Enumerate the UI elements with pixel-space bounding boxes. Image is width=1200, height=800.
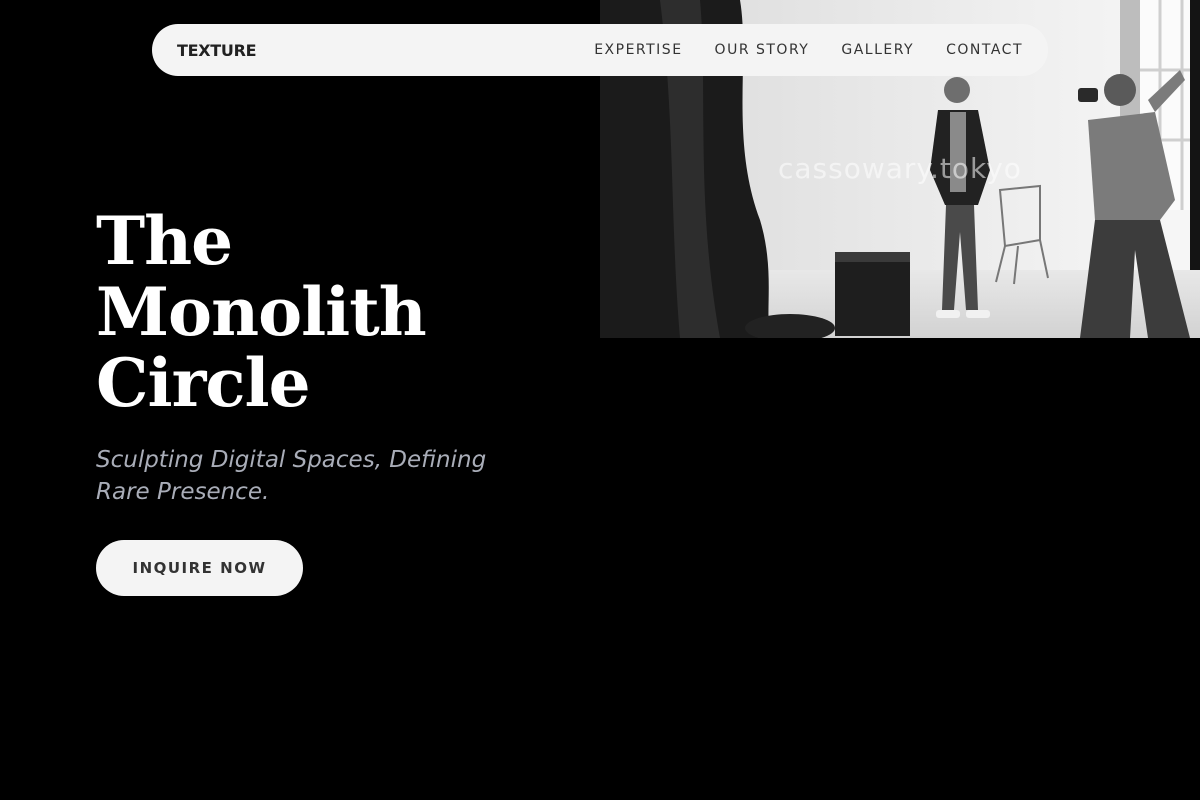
hero-title-line-3: Circle xyxy=(96,344,311,422)
brand-logo[interactable]: TEXTURE xyxy=(177,41,257,60)
hero-title-line-1: The xyxy=(96,202,233,280)
hero-tagline: Sculpting Digital Spaces, Defining Rare … xyxy=(96,447,487,505)
nav-link-expertise[interactable]: EXPERTISE xyxy=(594,42,682,58)
hero-title: The Monolith Circle xyxy=(96,206,556,419)
nav-links: EXPERTISE OUR STORY GALLERY CONTACT xyxy=(594,42,1023,58)
photo-watermark: cassowary.tokyo xyxy=(778,152,1022,185)
hero-title-line-2: Monolith xyxy=(96,273,427,351)
nav-link-contact[interactable]: CONTACT xyxy=(946,42,1023,58)
inquire-now-button[interactable]: INQUIRE NOW xyxy=(96,540,303,596)
top-navbar: TEXTURE EXPERTISE OUR STORY GALLERY CONT… xyxy=(152,24,1048,76)
nav-link-our-story[interactable]: OUR STORY xyxy=(715,42,810,58)
nav-link-gallery[interactable]: GALLERY xyxy=(841,42,914,58)
